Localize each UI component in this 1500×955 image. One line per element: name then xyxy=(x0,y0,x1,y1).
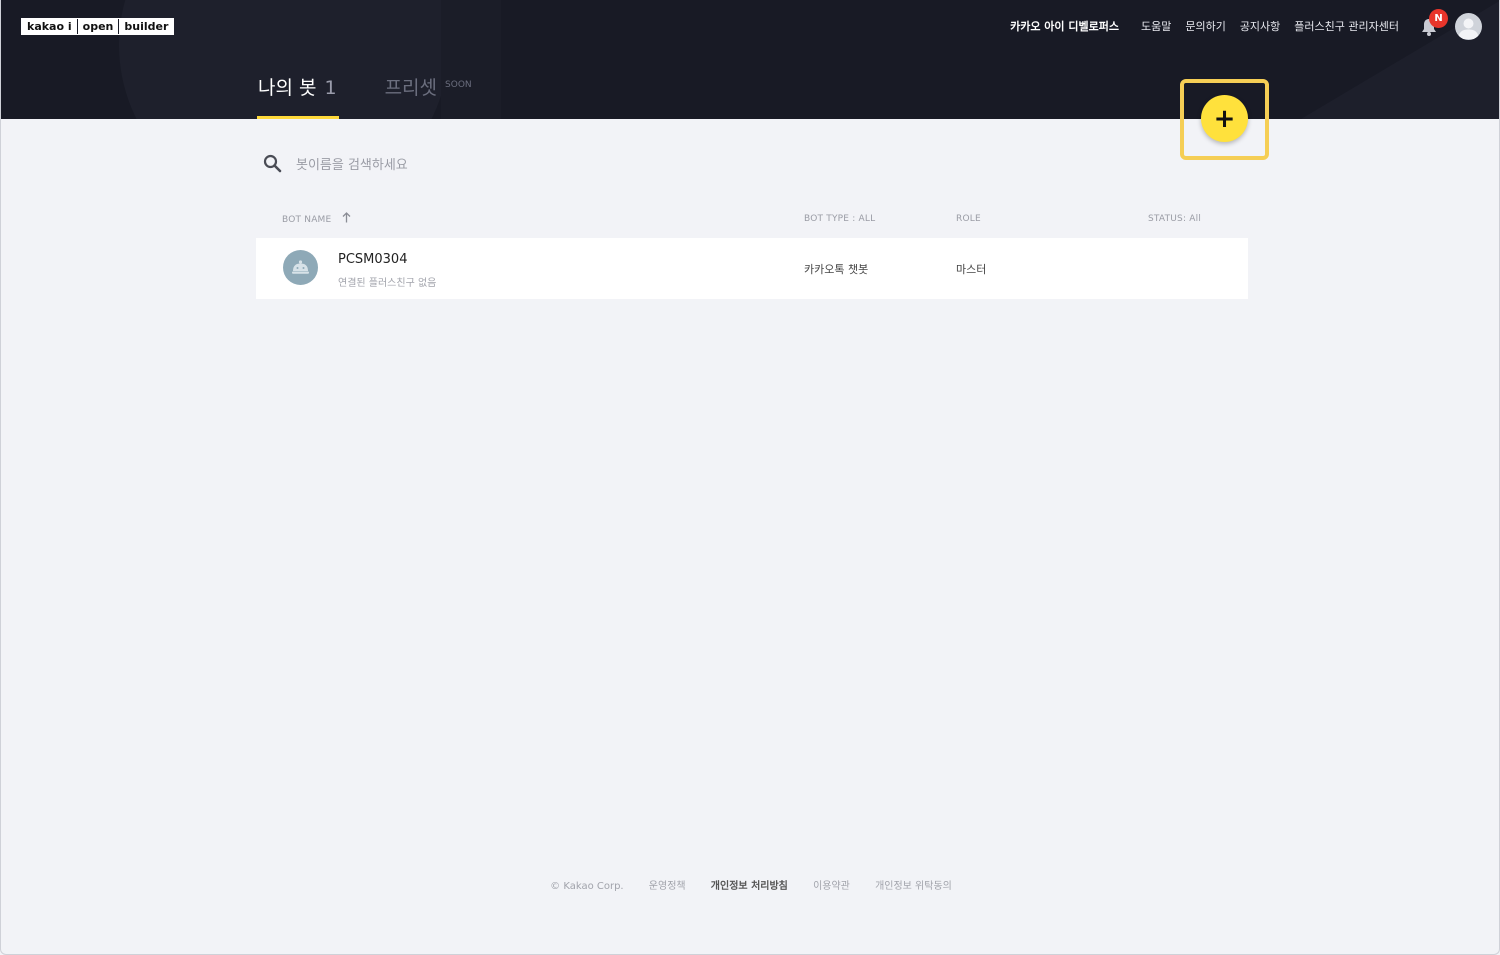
tab-preset[interactable]: 프리셋 SOON xyxy=(385,74,472,119)
bot-tabs: 나의 봇 1 프리셋 SOON xyxy=(257,74,472,119)
user-avatar[interactable] xyxy=(1455,13,1482,40)
footer-privacy-policy-link[interactable]: 개인정보 처리방침 xyxy=(711,881,788,892)
footer-privacy-consignment-link[interactable]: 개인정보 위탁동의 xyxy=(875,881,952,892)
bot-connection-status: 연결된 플러스친구 없음 xyxy=(338,278,437,289)
bot-role: 마스터 xyxy=(956,263,987,276)
bot-type: 카카오톡 챗봇 xyxy=(804,263,869,276)
add-bot-button[interactable]: + xyxy=(1201,95,1248,142)
footer-operation-policy-link[interactable]: 운영정책 xyxy=(649,881,686,892)
column-bot-name[interactable]: BOT NAME xyxy=(282,212,351,227)
table-header: BOT NAME BOT TYPE : ALL ROLE STATUS: All xyxy=(282,212,1242,228)
active-tab-indicator xyxy=(257,116,339,119)
logo-part-kakao: kakao i xyxy=(22,19,77,34)
notification-badge: N xyxy=(1429,9,1448,28)
app-window: kakao i open builder 카카오 아이 디벨로퍼스 도움말 문의… xyxy=(0,0,1500,955)
logo-part-open: open xyxy=(76,19,119,34)
nav-notice-link[interactable]: 공지사항 xyxy=(1240,20,1280,34)
column-status-filter[interactable]: STATUS: All xyxy=(1148,212,1201,226)
bot-icon xyxy=(292,260,309,274)
column-role: ROLE xyxy=(956,214,981,224)
footer-copyright: © Kakao Corp. xyxy=(550,881,624,892)
nav-developers-link[interactable]: 카카오 아이 디벨로퍼스 xyxy=(1010,20,1119,34)
top-nav: 카카오 아이 디벨로퍼스 도움말 문의하기 공지사항 플러스친구 관리자센터 xyxy=(1010,20,1399,34)
search-icon xyxy=(263,154,282,172)
column-bot-name-label: BOT NAME xyxy=(282,215,332,225)
footer: © Kakao Corp. 운영정책 개인정보 처리방침 이용약관 개인정보 위… xyxy=(1,877,1499,892)
sort-arrow-up-icon[interactable] xyxy=(342,212,351,223)
logo[interactable]: kakao i open builder xyxy=(21,18,175,35)
tab-preset-soon-tag: SOON xyxy=(445,80,472,90)
column-bot-type-filter[interactable]: BOT TYPE : ALL xyxy=(804,212,875,226)
tab-my-bots-label: 나의 봇 xyxy=(258,77,317,99)
search-input[interactable]: 봇이름을 검색하세요 xyxy=(296,154,408,173)
search-bar[interactable]: 봇이름을 검색하세요 xyxy=(263,150,763,176)
plus-icon: + xyxy=(1213,103,1236,134)
user-icon xyxy=(1458,18,1479,39)
tab-preset-label: 프리셋 xyxy=(384,77,438,99)
nav-help-link[interactable]: 도움말 xyxy=(1141,20,1171,34)
nav-inquiry-link[interactable]: 문의하기 xyxy=(1185,20,1225,34)
table-row[interactable]: PCSM0304 연결된 플러스친구 없음 카카오톡 챗봇 마스터 xyxy=(256,238,1248,299)
bot-name[interactable]: PCSM0304 xyxy=(338,252,407,267)
nav-plusfriend-admin-link[interactable]: 플러스친구 관리자센터 xyxy=(1294,20,1399,34)
logo-part-builder: builder xyxy=(118,19,174,34)
bot-avatar xyxy=(283,250,318,285)
tab-my-bots[interactable]: 나의 봇 1 xyxy=(257,74,339,119)
header: kakao i open builder 카카오 아이 디벨로퍼스 도움말 문의… xyxy=(1,0,1499,119)
tab-my-bots-count: 1 xyxy=(324,77,337,99)
footer-terms-link[interactable]: 이용약관 xyxy=(813,881,850,892)
